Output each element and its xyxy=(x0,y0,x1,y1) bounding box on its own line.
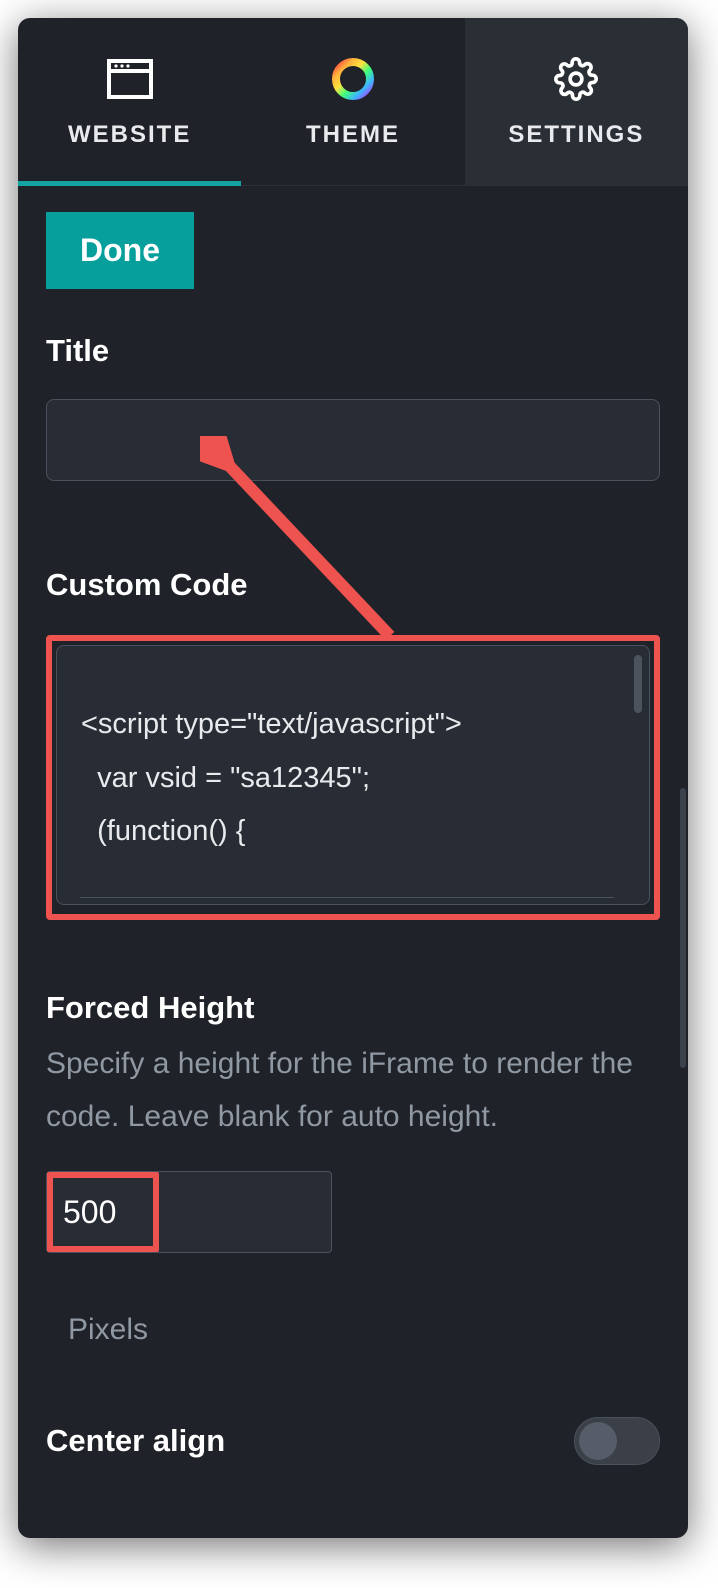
tab-label: THEME xyxy=(306,121,400,149)
custom-code-label: Custom Code xyxy=(46,567,660,603)
done-button[interactable]: Done xyxy=(46,212,194,289)
tab-label: SETTINGS xyxy=(508,121,644,149)
forced-height-input-wrap xyxy=(46,1171,332,1253)
center-align-row: Center align xyxy=(46,1417,660,1465)
forced-height-label: Forced Height xyxy=(46,990,660,1026)
forced-height-help: Specify a height for the iFrame to rende… xyxy=(46,1038,660,1143)
forced-height-units: Pixels xyxy=(68,1313,660,1347)
forced-height-row xyxy=(46,1171,660,1253)
title-label: Title xyxy=(46,333,660,369)
forced-height-input[interactable] xyxy=(53,1178,153,1246)
custom-code-textarea[interactable] xyxy=(56,645,650,905)
toggle-knob xyxy=(579,1422,617,1460)
settings-panel: WEBSITE xyxy=(18,18,688,1538)
tab-settings[interactable]: SETTINGS xyxy=(465,18,688,185)
title-input[interactable] xyxy=(46,399,660,481)
tab-label: WEBSITE xyxy=(68,121,191,149)
divider xyxy=(80,897,614,898)
center-align-label: Center align xyxy=(46,1423,225,1459)
forced-height-highlight xyxy=(47,1172,159,1252)
panel-body: Done Title Custom Code Forced Height Spe… xyxy=(18,186,688,1495)
scrollbar-thumb[interactable] xyxy=(634,655,642,713)
tabs-bar: WEBSITE xyxy=(18,18,688,186)
website-icon xyxy=(106,55,154,103)
custom-code-highlight xyxy=(46,635,660,920)
center-align-toggle[interactable] xyxy=(574,1417,660,1465)
panel-scrollbar-thumb[interactable] xyxy=(680,788,686,1068)
tab-theme[interactable]: THEME xyxy=(241,18,464,185)
gear-icon xyxy=(552,55,600,103)
tab-website[interactable]: WEBSITE xyxy=(18,18,241,185)
theme-icon xyxy=(329,55,377,103)
